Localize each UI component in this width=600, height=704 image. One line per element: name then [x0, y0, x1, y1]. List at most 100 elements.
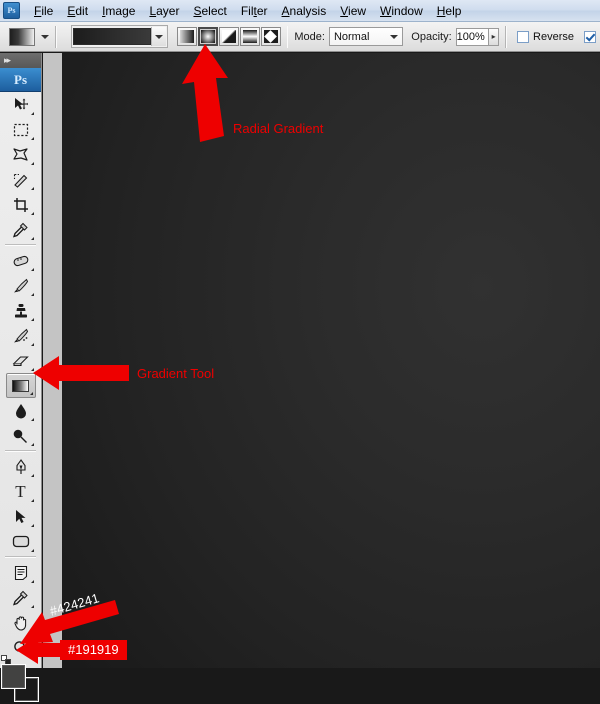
rounded-rectangle-icon — [12, 535, 29, 548]
tool-notes[interactable] — [6, 560, 36, 585]
tool-more-indicator — [30, 293, 34, 296]
mode-label: Mode: — [294, 30, 325, 43]
tool-more-indicator — [30, 524, 34, 527]
diamond-gradient-button[interactable] — [260, 27, 281, 46]
menu-edit[interactable]: Edit — [60, 2, 95, 20]
tool-lasso[interactable] — [6, 142, 36, 167]
double-chevron-right-icon: ▸▸ — [4, 55, 11, 65]
tool-quick-selection[interactable] — [6, 167, 36, 192]
menu-filter[interactable]: Filter — [234, 2, 275, 20]
tool-eraser[interactable] — [6, 348, 36, 373]
eraser-tool-icon — [12, 355, 29, 366]
menu-layer[interactable]: Layer — [142, 2, 186, 20]
tool-pen[interactable] — [6, 454, 36, 479]
tool-move[interactable] — [6, 92, 36, 117]
menu-filter-label: er — [256, 3, 268, 18]
blend-mode-select[interactable]: Normal — [328, 27, 404, 46]
reverse-checkbox-row[interactable]: Reverse — [517, 30, 575, 43]
tools-divider-3 — [5, 556, 36, 558]
healing-brush-icon — [13, 255, 28, 266]
menu-edit-label: dit — [75, 3, 89, 18]
linear-gradient-icon — [179, 30, 194, 43]
dither-checkbox[interactable] — [584, 30, 597, 43]
tool-more-indicator — [30, 549, 34, 552]
rectangular-marquee-icon — [13, 123, 28, 136]
menu-select[interactable]: Select — [186, 2, 233, 20]
menu-help-label: elp — [445, 3, 462, 18]
menu-view[interactable]: View — [333, 2, 373, 20]
canvas-document-area[interactable] — [62, 53, 600, 668]
type-tool-icon: T — [15, 482, 26, 501]
menu-help[interactable]: Help — [430, 2, 469, 20]
lasso-tool-icon — [13, 148, 28, 161]
path-selection-icon — [16, 509, 26, 523]
diamond-gradient-icon — [263, 30, 278, 43]
move-tool-icon — [14, 97, 28, 109]
gradient-preview-swatch[interactable] — [72, 28, 151, 45]
annotation-label-gradient-tool: Gradient Tool — [137, 366, 215, 381]
reverse-checkbox[interactable] — [517, 30, 530, 43]
tool-more-indicator — [30, 162, 34, 165]
tool-dodge[interactable] — [6, 423, 36, 448]
menu-layer-label: ayer — [156, 3, 180, 18]
tool-clone-stamp[interactable] — [6, 298, 36, 323]
tool-path-selection[interactable] — [6, 504, 36, 529]
dodge-tool-icon — [13, 429, 27, 443]
gradient-preset-picker[interactable] — [70, 25, 168, 48]
clone-stamp-icon — [14, 303, 27, 317]
tool-more-indicator — [30, 268, 34, 271]
tool-more-indicator — [30, 343, 34, 346]
tool-more-indicator — [30, 187, 34, 190]
angle-gradient-icon — [221, 30, 236, 43]
color-swatches-group — [0, 655, 41, 704]
blur-tool-icon — [15, 403, 26, 418]
menu-file-label: ile — [41, 3, 54, 18]
menu-file[interactable]: File — [27, 2, 60, 20]
menu-view-label: iew — [348, 3, 367, 18]
tools-divider-1 — [5, 244, 36, 246]
tool-horizontal-type[interactable]: T — [6, 479, 36, 504]
chevron-right-icon: ▸ — [491, 32, 496, 41]
menu-analysis[interactable]: Analysis — [275, 2, 334, 20]
chevron-down-icon[interactable] — [41, 34, 49, 39]
tool-eyedropper[interactable] — [6, 217, 36, 242]
tool-crop[interactable] — [6, 192, 36, 217]
tool-healing-brush[interactable] — [6, 248, 36, 273]
annotation-label-background-color: #191919 — [60, 640, 127, 660]
tool-history-brush[interactable] — [6, 323, 36, 348]
dither-checkbox-row[interactable] — [584, 30, 600, 43]
foreground-color-swatch[interactable] — [1, 665, 25, 688]
tool-brush[interactable] — [6, 273, 36, 298]
blend-mode-value: Normal — [333, 30, 370, 43]
tool-more-indicator — [30, 580, 34, 583]
opacity-stepper-button[interactable]: ▸ — [488, 27, 500, 46]
notes-tool-icon — [14, 565, 27, 580]
chevron-down-icon — [390, 34, 399, 39]
menu-image[interactable]: Image — [95, 2, 142, 20]
crop-tool-icon — [13, 197, 28, 212]
options-divider-2 — [286, 25, 289, 48]
tool-more-indicator — [30, 474, 34, 477]
tool-rectangular-marquee[interactable] — [6, 117, 36, 142]
pen-tool-icon — [15, 458, 26, 474]
tool-preset-picker[interactable] — [9, 27, 49, 46]
gradient-preset-dropdown-button[interactable] — [150, 27, 166, 46]
reflected-gradient-icon — [242, 30, 257, 43]
tool-more-indicator — [30, 418, 34, 421]
annotation-arrow-gradient-tool — [33, 356, 129, 390]
history-brush-icon — [14, 328, 29, 342]
opacity-input[interactable]: 100% — [455, 27, 489, 46]
reverse-label: Reverse — [533, 30, 575, 43]
tool-gradient[interactable] — [5, 373, 36, 398]
tool-more-indicator — [30, 499, 34, 502]
tool-rounded-rectangle[interactable] — [6, 529, 36, 554]
menu-bar: Ps File Edit Image Layer Select Filter A… — [0, 0, 600, 22]
menu-image-label: mage — [105, 3, 136, 18]
tool-blur[interactable] — [6, 398, 36, 423]
menu-window[interactable]: Window — [373, 2, 430, 20]
options-divider-1 — [55, 25, 57, 48]
tools-panel-collapse-handle[interactable]: ▸▸ — [0, 53, 41, 68]
menu-analysis-label: nalysis — [289, 3, 327, 18]
tool-options-bar: Mode: Normal Opacity: 100% ▸ Reverse — [0, 22, 600, 52]
tools-panel-logo-icon: Ps — [0, 68, 41, 92]
